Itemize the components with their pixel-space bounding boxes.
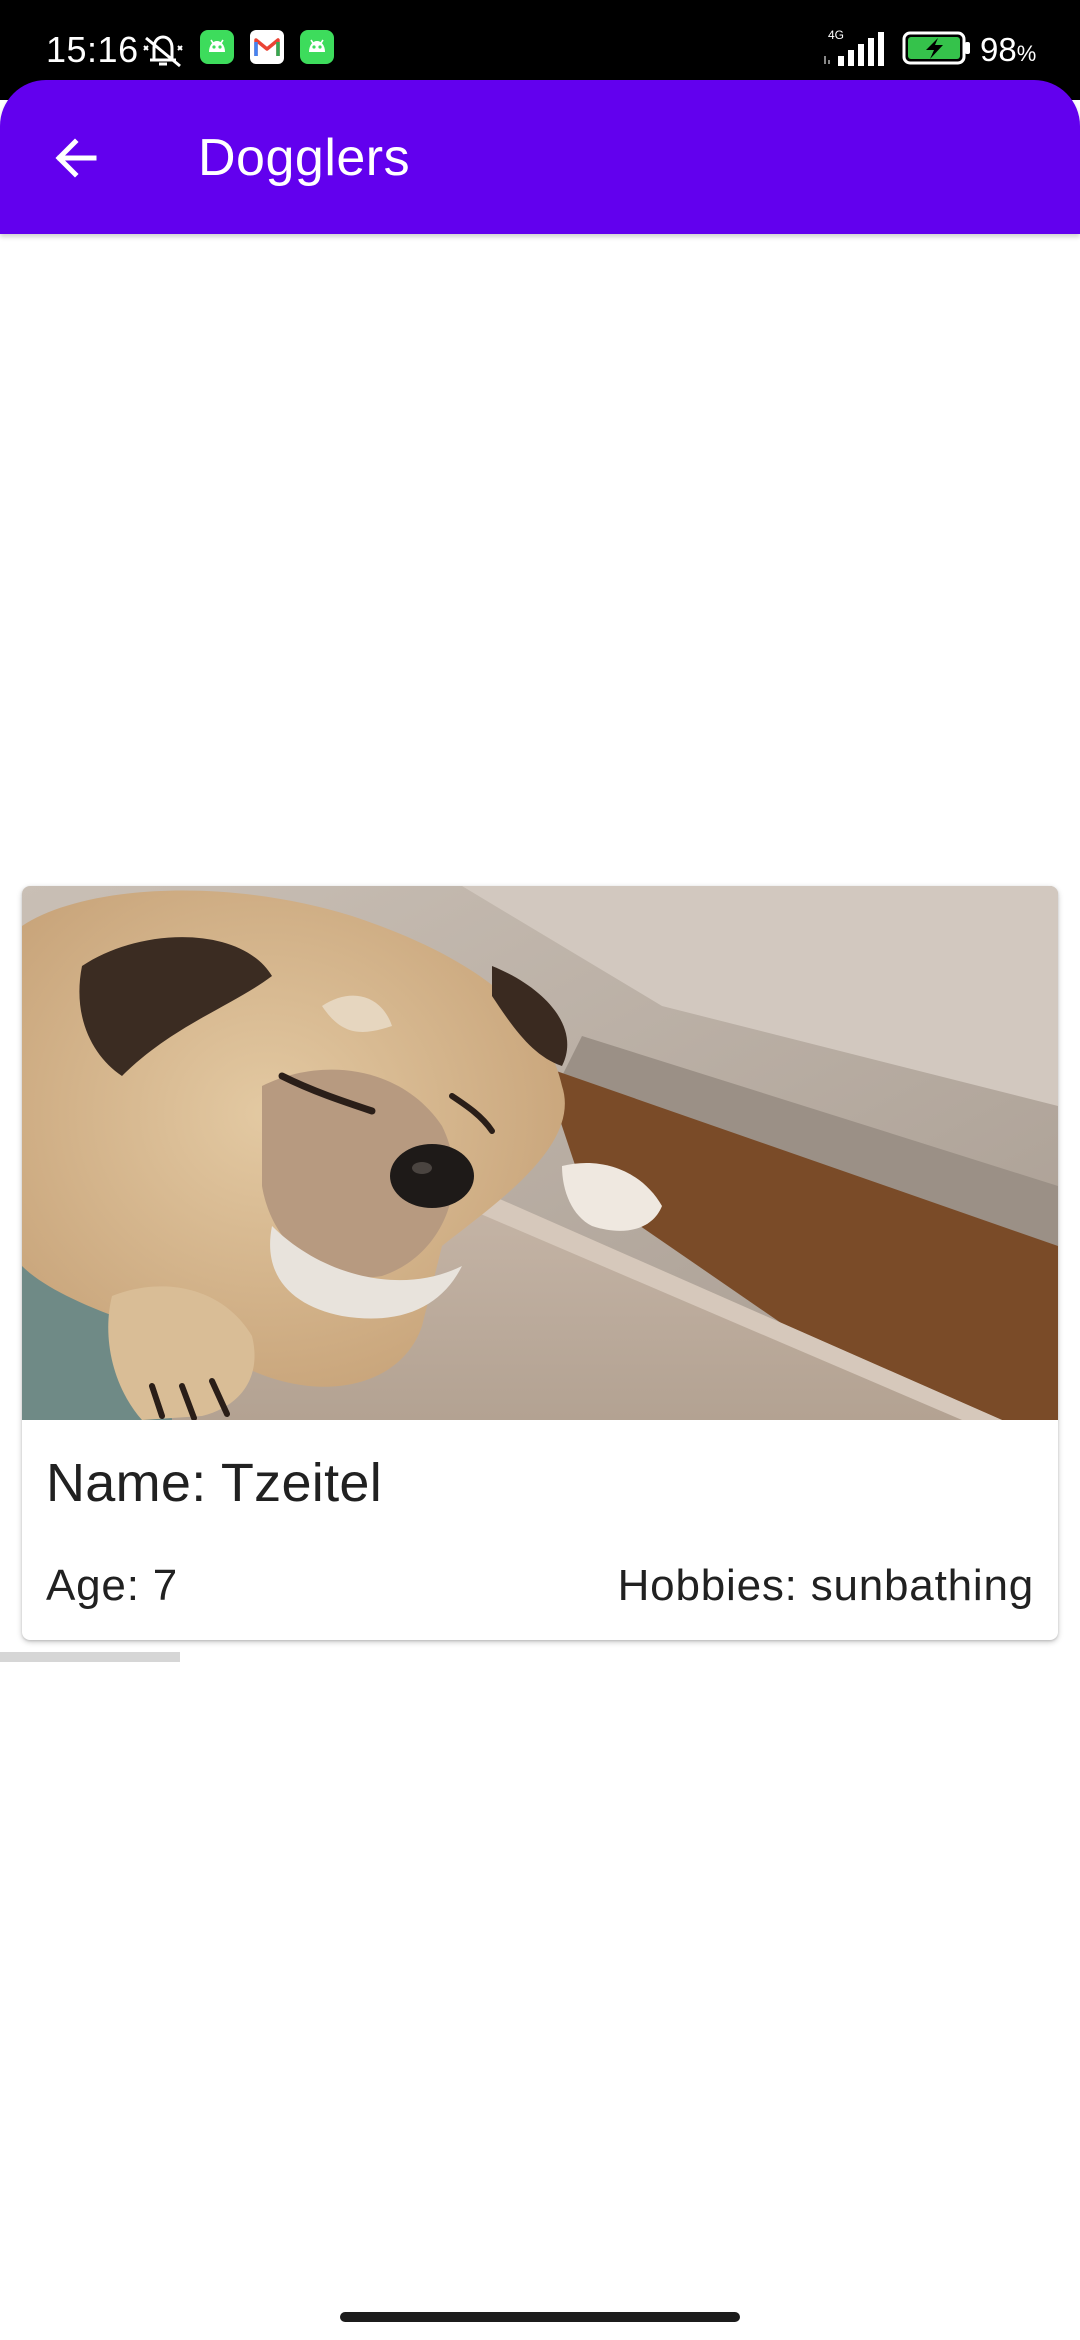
dog-hobbies: Hobbies: sunbathing — [617, 1561, 1034, 1610]
top-app-bar: Dogglers — [0, 80, 1080, 234]
battery-charging-icon — [902, 30, 972, 71]
bell-off-icon — [140, 30, 186, 75]
network-label: 4G — [828, 28, 844, 42]
arrow-back-icon — [50, 132, 102, 189]
battery-percent: 98% — [980, 28, 1036, 76]
status-time: 15:16 — [46, 29, 139, 70]
back-button[interactable] — [36, 120, 116, 200]
android-app-icon — [300, 30, 334, 69]
dog-photo — [22, 886, 1058, 1420]
signal-icon: 4G — [820, 28, 892, 73]
gesture-nav-bar[interactable] — [340, 2312, 740, 2322]
dog-card[interactable]: Name: Tzeitel Age: 7 Hobbies: sunbathing — [22, 886, 1058, 1640]
scroll-indicator[interactable] — [0, 1652, 180, 1662]
page-title: Dogglers — [198, 129, 411, 187]
dog-age: Age: 7 — [46, 1561, 179, 1610]
dog-name: Name: Tzeitel — [46, 1453, 383, 1513]
android-app-icon — [200, 30, 234, 69]
battery-percent-value: 98 — [980, 31, 1017, 68]
gmail-icon — [250, 30, 284, 69]
battery-percent-unit: % — [1016, 41, 1037, 66]
screen: 15:16 4G 98% Dogglers Name: Tzeitel Age:… — [0, 0, 1080, 2340]
